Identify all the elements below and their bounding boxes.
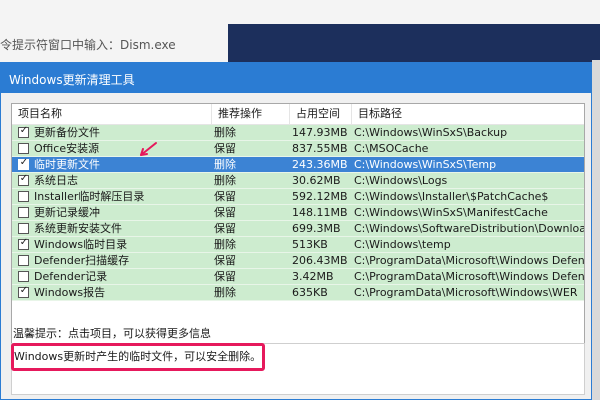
item-action-cell: 保留 xyxy=(214,190,236,203)
item-path-cell: C:\ProgramData\Microsoft\Windows Defende… xyxy=(354,254,584,267)
item-path-cell: C:\Windows\Installer\$PatchCache$ xyxy=(354,190,549,203)
item-name-cell: ✓ Windows临时目录 xyxy=(12,237,212,253)
item-size-cell: 592.12MB xyxy=(292,190,348,203)
item-checkbox[interactable]: ✓ xyxy=(18,285,29,298)
item-action-cell: 保留 xyxy=(214,222,236,235)
item-name-cell: ✓ Windows报告 xyxy=(12,285,212,301)
checkmark-icon: ✓ xyxy=(19,285,29,296)
item-size-cell: 635KB xyxy=(292,286,328,299)
title-bar[interactable]: Windows更新清理工具 xyxy=(1,63,591,93)
item-path-cell: C:\ProgramData\Microsoft\Windows\WER xyxy=(354,286,578,299)
checkmark-icon: ✓ xyxy=(19,157,29,168)
item-name-cell: 更新记录缓冲 xyxy=(12,205,212,221)
table-row[interactable]: 系统更新安装文件 保留 699.3MB C:\Windows\SoftwareDist… xyxy=(12,221,584,237)
item-name-cell: ✓ 更新备份文件 xyxy=(12,125,212,141)
item-name-cell: ✓ 系统日志 xyxy=(12,173,212,189)
item-checkbox[interactable] xyxy=(18,191,29,202)
item-checkbox[interactable]: ✓ xyxy=(18,237,29,250)
item-checkbox[interactable]: ✓ xyxy=(18,125,29,138)
item-name-label: 更新备份文件 xyxy=(34,126,100,139)
item-checkbox[interactable] xyxy=(18,143,29,154)
item-name-label: Defender记录 xyxy=(34,270,108,283)
item-checkbox[interactable] xyxy=(18,207,29,218)
background-terminal xyxy=(228,24,600,66)
item-checkbox[interactable]: ✓ xyxy=(18,157,29,170)
item-name-cell: Office安装源 xyxy=(12,141,212,157)
item-path-cell: C:\ProgramData\Microsoft\Windows Defende… xyxy=(354,270,584,283)
background-strip xyxy=(592,60,600,400)
item-name-label: 系统更新安装文件 xyxy=(34,222,122,235)
item-action-cell: 删除 xyxy=(214,238,236,251)
item-path-cell: C:\MSOCache xyxy=(354,142,429,155)
item-name-label: Defender扫描缓存 xyxy=(34,254,130,267)
checkmark-icon: ✓ xyxy=(19,125,29,136)
list-header: 项目名称 推荐操作 占用空间 目标路径 xyxy=(12,104,584,125)
table-row[interactable]: 更新记录缓冲 保留 148.11MB C:\Windows\WinSxS\Manife… xyxy=(12,205,584,221)
table-row[interactable]: Office安装源 保留 837.55MB C:\MSOCache xyxy=(12,141,584,157)
item-name-label: 更新记录缓冲 xyxy=(34,206,100,219)
item-checkbox[interactable]: ✓ xyxy=(18,173,29,186)
column-header-size[interactable]: 占用空间 xyxy=(290,104,352,124)
table-row[interactable]: ✓ Windows临时目录 删除 513KB C:\Windows\temp xyxy=(12,237,584,253)
checkmark-icon: ✓ xyxy=(19,173,29,184)
column-header-action[interactable]: 推荐操作 xyxy=(212,104,290,124)
window-title: Windows更新清理工具 xyxy=(9,73,135,87)
item-name-label: 临时更新文件 xyxy=(34,158,100,171)
table-row[interactable]: ✓ 临时更新文件 删除 243.36MB C:\Windows\WinSxS\Temp xyxy=(12,157,584,173)
item-name-cell: Installer临时解压目录 xyxy=(12,189,212,205)
item-path-cell: C:\Windows\WinSxS\Temp xyxy=(354,158,497,171)
item-size-cell: 699.3MB xyxy=(292,222,341,235)
item-size-cell: 148.11MB xyxy=(292,206,348,219)
checkmark-icon: ✓ xyxy=(19,237,29,248)
item-path-cell: C:\Windows\WinSxS\ManifestCache xyxy=(354,206,548,219)
item-action-cell: 删除 xyxy=(214,126,236,139)
item-size-cell: 837.55MB xyxy=(292,142,348,155)
item-path-cell: C:\Windows\WinSxS\Backup xyxy=(354,126,508,139)
item-name-cell: Defender扫描缓存 xyxy=(12,253,212,269)
item-action-cell: 删除 xyxy=(214,174,236,187)
annotation-arrow-icon xyxy=(140,142,157,156)
item-name-cell: 系统更新安装文件 xyxy=(12,221,212,237)
column-header-name[interactable]: 项目名称 xyxy=(12,104,212,124)
table-row[interactable]: Defender扫描缓存 保留 206.43MB C:\ProgramData\Mic… xyxy=(12,253,584,269)
item-name-label: Installer临时解压目录 xyxy=(34,190,145,203)
item-size-cell: 3.42MB xyxy=(292,270,334,283)
column-header-path[interactable]: 目标路径 xyxy=(352,104,584,124)
item-name-label: Windows报告 xyxy=(34,286,106,299)
item-action-cell: 保留 xyxy=(214,206,236,219)
item-path-cell: C:\Windows\SoftwareDistribution\Download xyxy=(354,222,584,235)
background-article-text: 令提示符窗口中输入：Dism.exe xyxy=(0,38,176,52)
table-row[interactable]: Defender记录 保留 3.42MB C:\ProgramData\Microso… xyxy=(12,269,584,285)
item-action-cell: 保留 xyxy=(214,254,236,267)
item-size-cell: 513KB xyxy=(292,238,328,251)
item-name-label: Office安装源 xyxy=(34,142,100,155)
item-size-cell: 243.36MB xyxy=(292,158,348,171)
item-action-cell: 删除 xyxy=(214,286,236,299)
cleanup-tool-window: Windows更新清理工具 项目名称 推荐操作 占用空间 目标路径 ✓ 更新备份文… xyxy=(0,62,592,400)
table-row[interactable]: ✓ 更新备份文件 删除 147.93MB C:\Windows\WinSxS\Backu… xyxy=(12,125,584,141)
item-size-cell: 147.93MB xyxy=(292,126,348,139)
item-name-label: 系统日志 xyxy=(34,174,78,187)
item-checkbox[interactable] xyxy=(18,223,29,234)
item-size-cell: 30.62MB xyxy=(292,174,341,187)
item-checkbox[interactable] xyxy=(18,271,29,282)
item-action-cell: 保留 xyxy=(214,270,236,283)
hint-text: 温馨提示：点击项目，可以获得更多信息 xyxy=(13,327,211,340)
item-size-cell: 206.43MB xyxy=(292,254,348,267)
item-action-cell: 保留 xyxy=(214,142,236,155)
description-highlight-box xyxy=(11,343,265,371)
table-row[interactable]: ✓ 系统日志 删除 30.62MB C:\Windows\Logs xyxy=(12,173,584,189)
table-row[interactable]: Installer临时解压目录 保留 592.12MB C:\Windows\Inst… xyxy=(12,189,584,205)
item-name-cell: ✓ 临时更新文件 xyxy=(12,157,212,173)
table-row[interactable]: ✓ Windows报告 删除 635KB C:\ProgramData\Microsof… xyxy=(12,285,584,301)
item-checkbox[interactable] xyxy=(18,255,29,266)
item-action-cell: 删除 xyxy=(214,158,236,171)
item-name-label: Windows临时目录 xyxy=(34,238,128,251)
item-name-cell: Defender记录 xyxy=(12,269,212,285)
item-path-cell: C:\Windows\temp xyxy=(354,238,451,251)
item-path-cell: C:\Windows\Logs xyxy=(354,174,448,187)
